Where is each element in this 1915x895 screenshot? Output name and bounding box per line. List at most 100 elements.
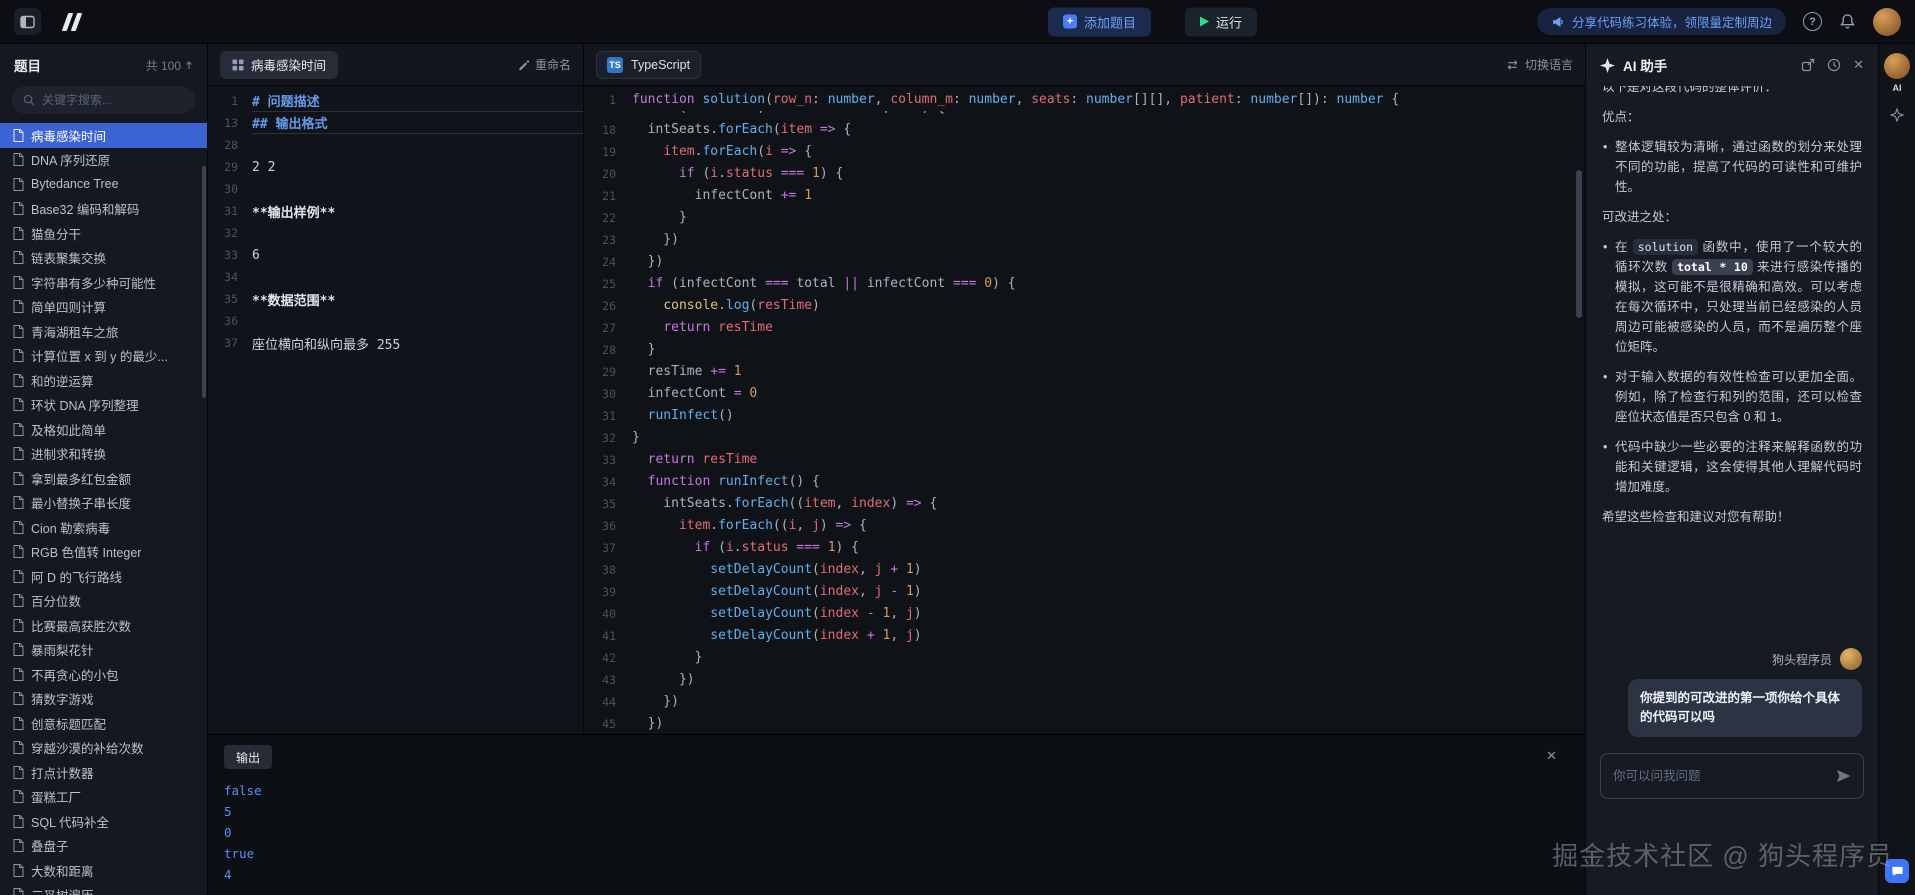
sidebar-item[interactable]: 创意标题匹配 xyxy=(0,711,207,736)
history-icon[interactable] xyxy=(1827,58,1841,72)
rename-button[interactable]: 重命名 xyxy=(518,56,571,73)
code-line: 18 intSeats.forEach(item => { xyxy=(584,119,1585,141)
code-token: 1 xyxy=(734,364,742,379)
star-icon[interactable] xyxy=(1890,108,1904,122)
markdown-line: 1# 问题描述 xyxy=(208,90,583,112)
sidebar-item[interactable]: 环状 DNA 序列整理 xyxy=(0,393,207,418)
profile-avatar[interactable] xyxy=(1884,53,1910,79)
code-token: item xyxy=(679,518,710,533)
sidebar-item[interactable]: Cion 勒索病毒 xyxy=(0,515,207,540)
sidebar-item[interactable]: 打点计数器 xyxy=(0,760,207,785)
sidebar-item[interactable]: 阿 D 的飞行路线 xyxy=(0,564,207,589)
sidebar-item[interactable]: 青海湖租车之旅 xyxy=(0,319,207,344)
sidebar-item[interactable]: 蛋糕工厂 xyxy=(0,785,207,810)
sidebar-item[interactable]: 及格如此简单 xyxy=(0,417,207,442)
sidebar-item[interactable]: 病毒感染时间 xyxy=(0,123,207,148)
code-line: 24 }) xyxy=(584,251,1585,273)
sidebar-item[interactable]: 和的逆运算 xyxy=(0,368,207,393)
sidebar-item[interactable]: 猜数字游戏 xyxy=(0,687,207,712)
sidebar-item-label: 二叉树遍历 xyxy=(31,885,94,895)
code-scrollbar[interactable] xyxy=(1576,170,1582,318)
sidebar-scrollbar[interactable] xyxy=(202,166,206,398)
sidebar-item[interactable]: 百分位数 xyxy=(0,589,207,614)
search-box[interactable] xyxy=(12,86,195,114)
code-text: }) xyxy=(632,251,663,273)
code-token: forEach xyxy=(734,496,789,511)
add-problem-button[interactable]: 添加题目 xyxy=(1048,7,1151,36)
file-icon xyxy=(13,570,24,583)
help-icon[interactable]: ? xyxy=(1803,12,1822,31)
line-number: 37 xyxy=(208,336,252,350)
code-token: () xyxy=(718,408,734,423)
problem-count[interactable]: 共 100 xyxy=(146,57,193,74)
sidebar-item[interactable]: 暴雨梨花针 xyxy=(0,638,207,663)
code-token xyxy=(632,166,679,181)
sidebar-item-label: 简单四则计算 xyxy=(31,297,106,316)
code-token: j xyxy=(906,628,914,643)
sidebar-item[interactable]: 计算位置 x 到 y 的最少... xyxy=(0,344,207,369)
markdown-text: 2 2 xyxy=(252,160,583,175)
sidebar-item[interactable]: 简单四则计算 xyxy=(0,295,207,320)
file-icon xyxy=(13,178,24,191)
chat-widget-icon[interactable] xyxy=(1885,859,1909,883)
sidebar-item[interactable]: 猫鱼分干 xyxy=(0,221,207,246)
user-avatar[interactable] xyxy=(1873,8,1901,36)
code-token: - xyxy=(867,606,875,621)
code-token: + xyxy=(890,562,898,577)
output-close-icon[interactable]: ✕ xyxy=(1546,748,1557,764)
export-icon[interactable] xyxy=(1801,58,1815,72)
sidebar-item[interactable]: Base32 编码和解码 xyxy=(0,197,207,222)
sidebar-item[interactable]: 最小替换子串长度 xyxy=(0,491,207,516)
code-text: intSeats.forEach(item => { xyxy=(632,119,851,141)
sidebar-toggle-button[interactable] xyxy=(14,8,41,35)
sidebar-item[interactable]: 叠盘子 xyxy=(0,834,207,859)
code-token: infectCont xyxy=(632,386,734,401)
code-token: ; i xyxy=(757,111,788,115)
code-token: if xyxy=(695,540,711,555)
bell-icon[interactable] xyxy=(1839,13,1856,30)
line-number: 13 xyxy=(208,116,252,130)
sidebar-item[interactable]: DNA 序列还原 xyxy=(0,148,207,173)
sidebar-item[interactable]: SQL 代码补全 xyxy=(0,809,207,834)
ai-close-icon[interactable]: ✕ xyxy=(1853,57,1864,73)
ai-message-input[interactable] xyxy=(1613,769,1828,783)
ai-conversation[interactable]: 以下是对这段代码的整体评价：优点：整体逻辑较为清晰，通过函数的划分来处理不同的功… xyxy=(1586,86,1878,636)
output-tab[interactable]: 输出 xyxy=(224,745,272,769)
sidebar-item[interactable]: 比赛最高获胜次数 xyxy=(0,613,207,638)
run-button[interactable]: 运行 xyxy=(1185,7,1257,36)
language-tab[interactable]: TS TypeScript xyxy=(596,51,701,79)
code-text: } xyxy=(632,427,640,449)
search-input[interactable] xyxy=(42,93,184,107)
code-token: }) xyxy=(632,672,695,687)
sidebar-item[interactable]: 进制求和转换 xyxy=(0,442,207,467)
promo-banner[interactable]: 分享代码练习体验，领限量定制周边 xyxy=(1537,8,1786,35)
code-line: 42 } xyxy=(584,647,1585,669)
sidebar-item[interactable]: 不再贪心的小包 xyxy=(0,662,207,687)
code-token: number xyxy=(1337,92,1384,107)
sidebar-item[interactable]: RGB 色值转 Integer xyxy=(0,540,207,565)
problem-tab[interactable]: 病毒感染时间 xyxy=(220,51,338,79)
sidebar-item-label: 猫鱼分干 xyxy=(31,224,81,243)
send-icon[interactable] xyxy=(1836,769,1851,783)
file-icon xyxy=(13,227,24,240)
sidebar-item[interactable]: 穿越沙漠的补给次数 xyxy=(0,736,207,761)
sidebar-item[interactable]: Bytedance Tree xyxy=(0,172,207,197)
code-text: resTime += 1 xyxy=(632,361,742,383)
ai-input-box[interactable] xyxy=(1600,753,1864,799)
switch-language-button[interactable]: 切换语言 xyxy=(1506,56,1573,73)
markdown-text: # 问题描述 xyxy=(252,90,583,112)
code-token: => xyxy=(773,144,804,159)
file-icon xyxy=(13,717,24,730)
code-token: . xyxy=(718,166,726,181)
sidebar-item[interactable]: 二叉树遍历 xyxy=(0,883,207,895)
main-area: 题目 共 100 病毒感染时间DNA 序列还原Bytedance TreeBas… xyxy=(0,44,1915,895)
sidebar-item[interactable]: 字符串有多少种可能性 xyxy=(0,270,207,295)
code-token: i xyxy=(726,540,734,555)
sidebar-item[interactable]: 链表聚集交换 xyxy=(0,246,207,271)
sidebar-item-label: 猜数字游戏 xyxy=(31,689,94,708)
sidebar-item[interactable]: 大数和距离 xyxy=(0,858,207,883)
code-editor[interactable]: 1function solution(row_n: number, column… xyxy=(584,86,1585,734)
markdown-editor[interactable]: 1# 问题描述13## 输出格式28292 23031**输出样例**32336… xyxy=(208,86,583,734)
code-token: return xyxy=(648,452,695,467)
sidebar-item[interactable]: 拿到最多红包金额 xyxy=(0,466,207,491)
